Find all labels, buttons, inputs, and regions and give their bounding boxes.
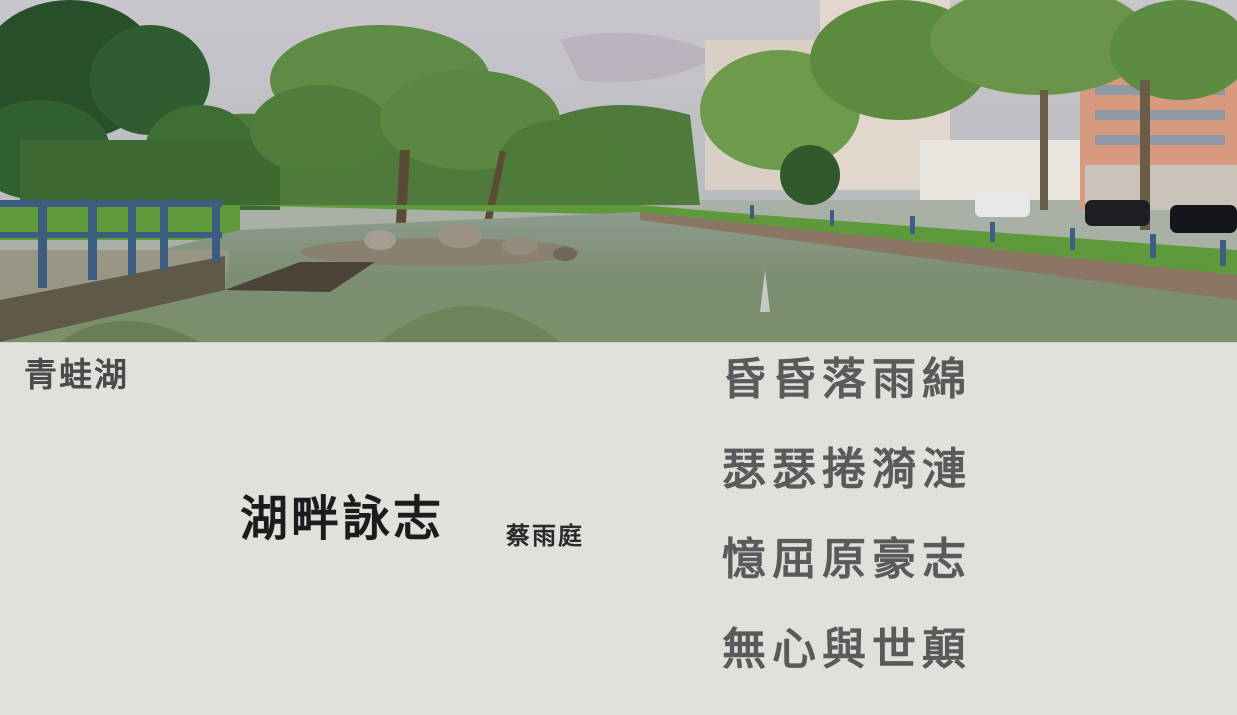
poem-panel: 青蛙湖 湖畔詠志 蔡雨庭 昏昏落雨綿 瑟瑟捲漪漣 憶屈原豪志 無心與世顛: [0, 342, 1237, 695]
poem-verses: 昏昏落雨綿 瑟瑟捲漪漣 憶屈原豪志 無心與世顛: [722, 355, 1022, 715]
poem-title: 湖畔詠志: [240, 491, 445, 547]
lake-photo: [0, 0, 1237, 342]
poem-author: 蔡雨庭: [506, 521, 584, 550]
poem-line-3: 憶屈原豪志: [722, 534, 972, 585]
poem-line-4: 無心與世顛: [722, 624, 972, 675]
place-label: 青蛙湖: [24, 355, 129, 394]
poem-line-1: 昏昏落雨綿: [722, 354, 972, 405]
lake-photo-illustration: [0, 0, 1237, 342]
poem-line-2: 瑟瑟捲漪漣: [722, 444, 972, 495]
